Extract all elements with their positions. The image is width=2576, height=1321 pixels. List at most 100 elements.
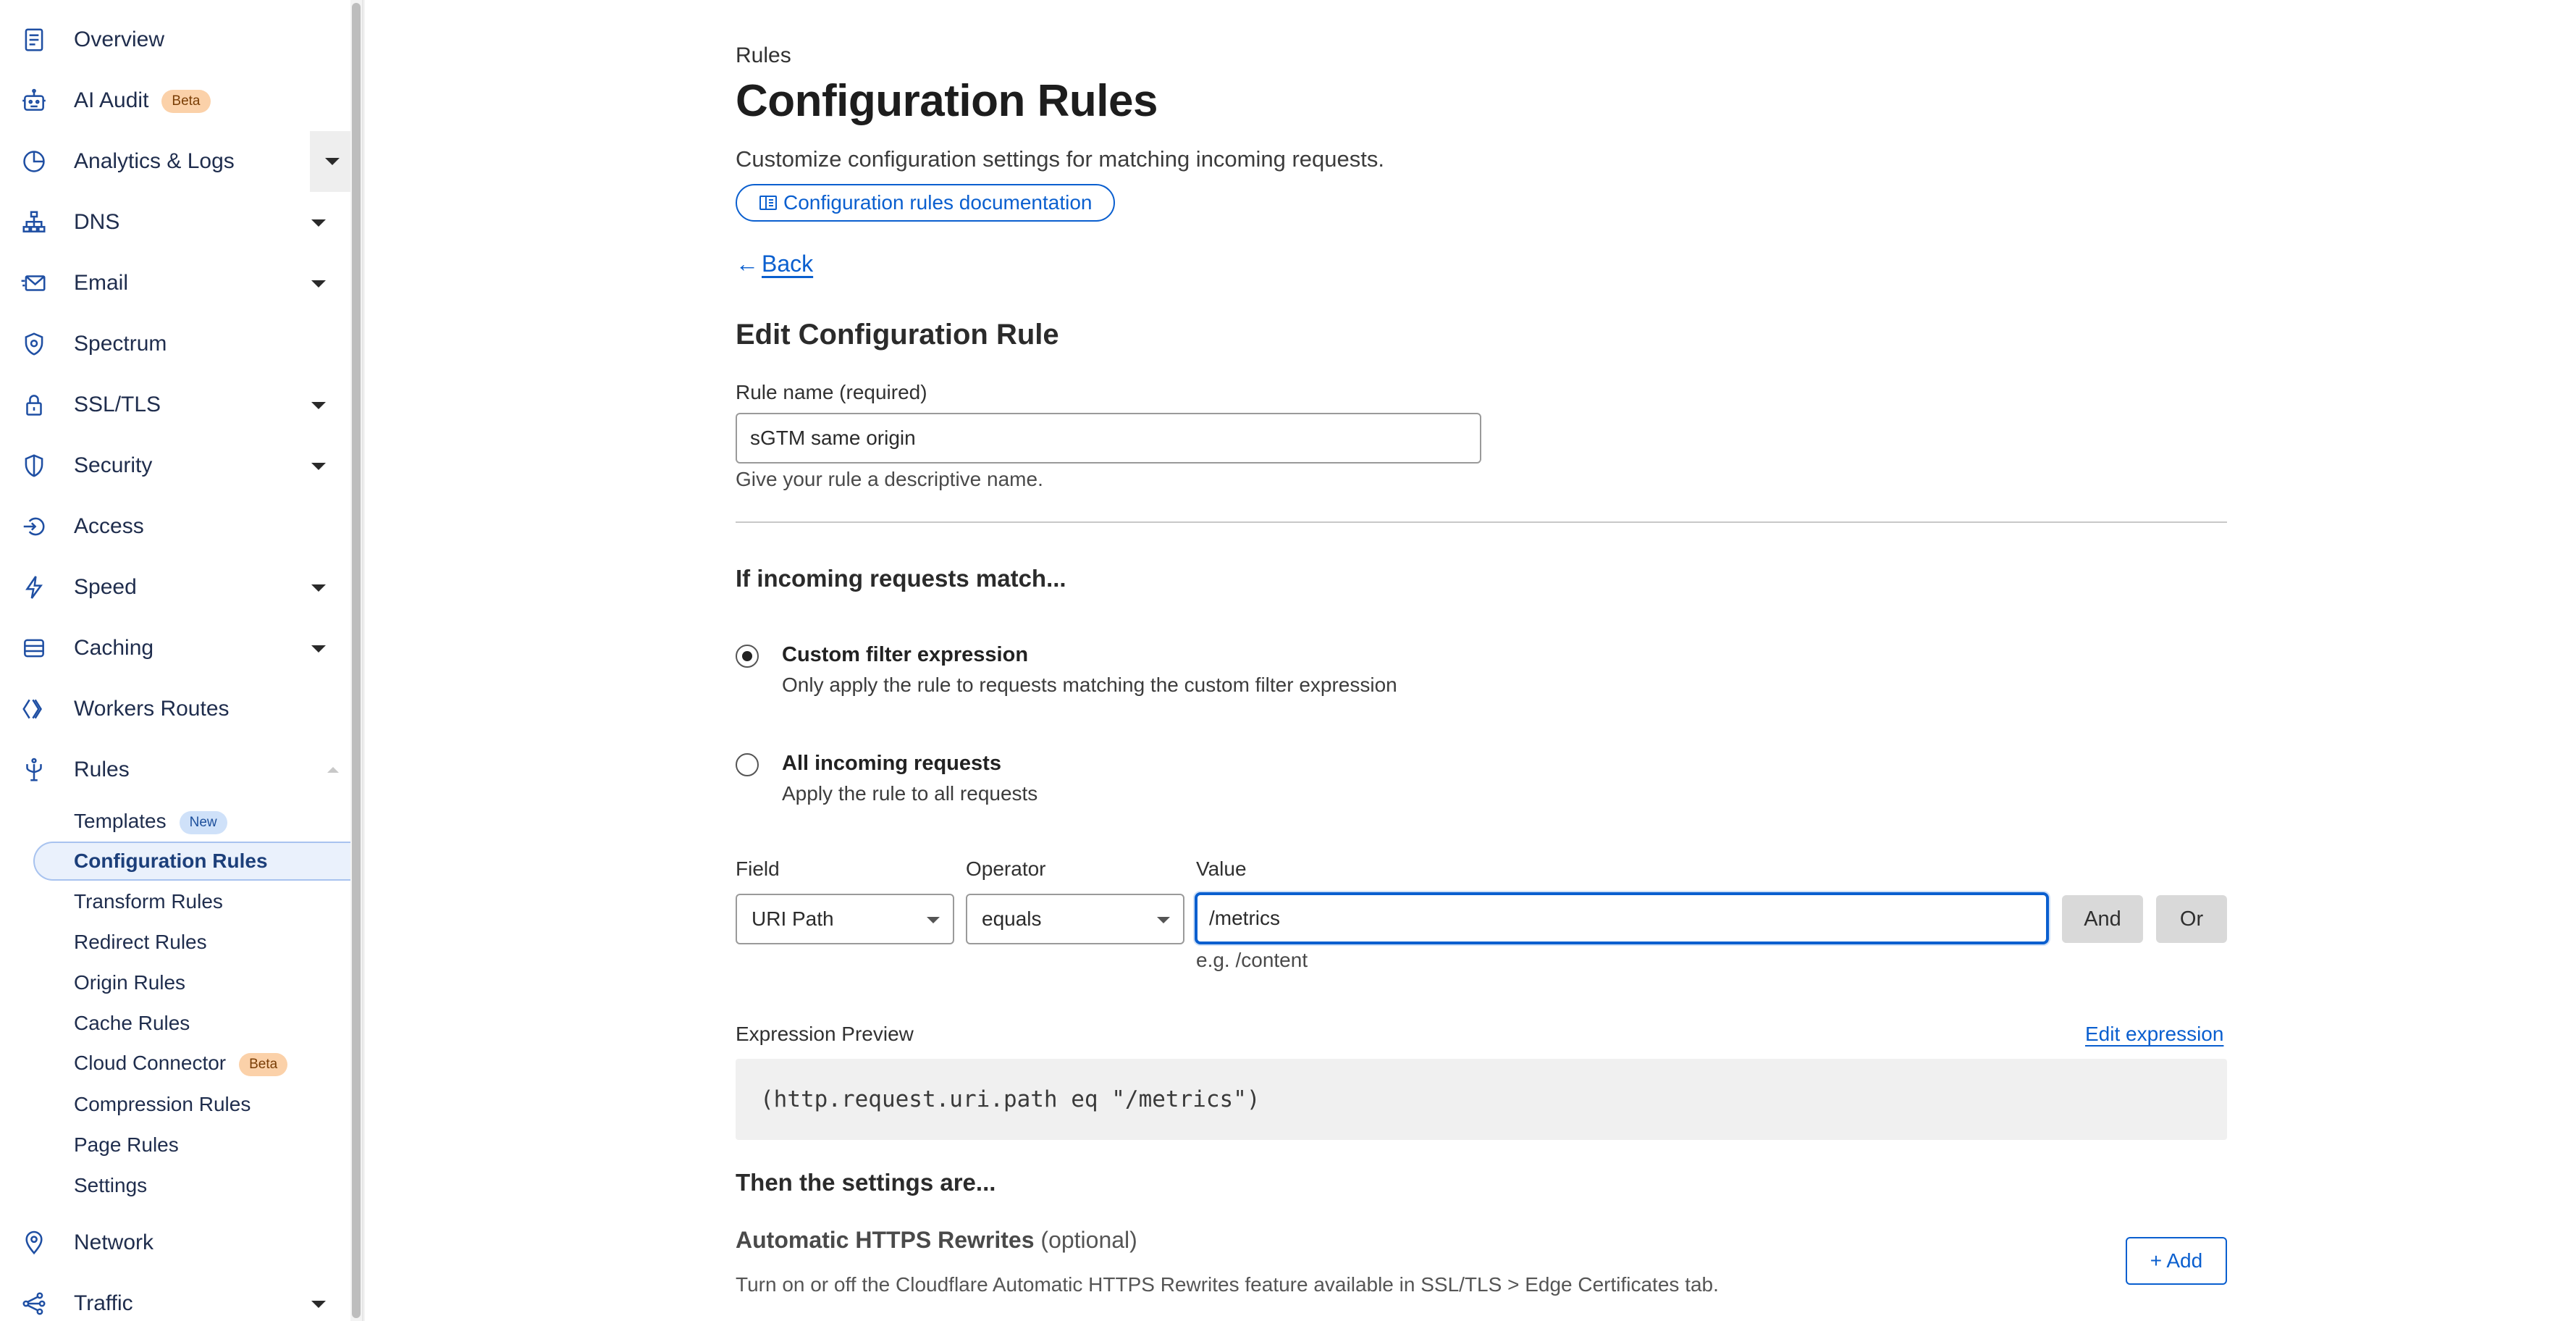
sidebar-item-label: AI Audit bbox=[74, 88, 149, 112]
sidebar-item-label: Spectrum bbox=[74, 332, 167, 356]
setting-name: Automatic HTTPS Rewrites bbox=[736, 1227, 1035, 1253]
radio-all-requests-desc: Apply the rule to all requests bbox=[782, 782, 1038, 805]
server-icon bbox=[20, 634, 48, 662]
location-pin-icon bbox=[20, 1229, 48, 1257]
sidebar-item-label: Traffic bbox=[74, 1291, 133, 1315]
sidebar-subitem-label: Settings bbox=[74, 1174, 148, 1196]
chevron-down-icon[interactable] bbox=[311, 584, 326, 592]
book-icon bbox=[759, 196, 777, 210]
sidebar-item-ssl-tls[interactable]: SSL/TLS bbox=[0, 374, 348, 435]
access-icon bbox=[20, 513, 48, 540]
edit-expression-link[interactable]: Edit expression bbox=[2085, 1023, 2223, 1046]
value-hint: e.g. /content bbox=[1196, 949, 1308, 971]
radio-all-requests[interactable] bbox=[736, 753, 759, 776]
sidebar-subitem-templates[interactable]: Templates New bbox=[33, 802, 352, 842]
operator-label: Operator bbox=[966, 857, 1046, 880]
sidebar-item-rules[interactable]: Rules bbox=[0, 739, 348, 800]
radio-custom-filter-desc: Only apply the rule to requests matching… bbox=[782, 674, 1397, 696]
chevron-down-icon[interactable] bbox=[311, 645, 326, 653]
sidebar-item-dns[interactable]: DNS bbox=[0, 192, 348, 253]
sidebar-item-traffic[interactable]: Traffic bbox=[0, 1273, 348, 1321]
sidebar-item-label: Network bbox=[74, 1230, 154, 1254]
sidebar-item-label: Overview bbox=[74, 28, 165, 51]
setting-optional: (optional) bbox=[1040, 1227, 1137, 1253]
sidebar-subitem-label: Cache Rules bbox=[74, 1012, 190, 1034]
chevron-down-icon bbox=[927, 917, 940, 923]
chevron-down-icon[interactable] bbox=[311, 1301, 326, 1308]
sidebar-item-label: SSL/TLS bbox=[74, 393, 161, 416]
sidebar-subitem-label: Origin Rules bbox=[74, 971, 186, 994]
sidebar-item-ai-audit[interactable]: AI Audit Beta bbox=[0, 70, 348, 131]
chevron-down-icon[interactable] bbox=[311, 463, 326, 470]
value-input[interactable]: /metrics bbox=[1195, 892, 2049, 944]
workers-icon bbox=[20, 695, 48, 723]
sidebar-item-label: Workers Routes bbox=[74, 697, 230, 721]
radio-custom-filter-title[interactable]: Custom filter expression bbox=[782, 643, 1028, 667]
pie-chart-icon bbox=[20, 148, 48, 175]
sidebar-item-label: Rules bbox=[74, 758, 130, 781]
documentation-link-label: Configuration rules documentation bbox=[783, 191, 1093, 214]
sidebar-item-label: Caching bbox=[74, 636, 154, 660]
sidebar-subitem-cloud-connector[interactable]: Cloud Connector Beta bbox=[33, 1044, 352, 1083]
or-button[interactable]: Or bbox=[2156, 895, 2227, 943]
sidebar-item-caching[interactable]: Caching bbox=[0, 618, 348, 679]
chevron-down-icon bbox=[325, 158, 340, 165]
sidebar-scrollbar-thumb[interactable] bbox=[352, 3, 361, 1318]
rule-name-input[interactable]: sGTM same origin bbox=[736, 413, 1481, 464]
value-label: Value bbox=[1196, 857, 1247, 880]
sidebar-subitem-redirect-rules[interactable]: Redirect Rules bbox=[33, 923, 352, 962]
operator-select[interactable]: equals bbox=[966, 894, 1184, 944]
sidebar-item-label: Access bbox=[74, 514, 144, 538]
sidebar: Overview AI Audit Beta Analytics & Logs D… bbox=[0, 0, 365, 1321]
radio-custom-filter[interactable] bbox=[736, 645, 759, 668]
shield-icon bbox=[20, 452, 48, 479]
sidebar-subitem-settings[interactable]: Settings bbox=[33, 1166, 352, 1205]
chevron-down-icon[interactable] bbox=[311, 280, 326, 288]
sidebar-item-label: Security bbox=[74, 453, 153, 477]
add-setting-button[interactable]: + Add bbox=[2126, 1237, 2227, 1285]
network-tree-icon bbox=[20, 209, 48, 236]
sidebar-subitem-origin-rules[interactable]: Origin Rules bbox=[33, 963, 352, 1002]
sidebar-subitem-label: Redirect Rules bbox=[74, 931, 207, 953]
chevron-down-icon bbox=[1157, 917, 1170, 923]
chevron-up-icon[interactable] bbox=[327, 767, 339, 773]
field-select-value: URI Path bbox=[752, 907, 834, 930]
chevron-down-icon[interactable] bbox=[311, 219, 326, 227]
page-description: Customize configuration settings for mat… bbox=[736, 146, 1384, 172]
email-icon bbox=[20, 269, 48, 297]
expand-toggle[interactable] bbox=[310, 131, 353, 192]
sidebar-item-analytics-logs[interactable]: Analytics & Logs bbox=[0, 131, 353, 192]
rule-name-label: Rule name (required) bbox=[736, 381, 927, 403]
sidebar-subitem-transform-rules[interactable]: Transform Rules bbox=[33, 882, 352, 921]
sidebar-item-speed[interactable]: Speed bbox=[0, 557, 348, 618]
sidebar-subitem-compression-rules[interactable]: Compression Rules bbox=[33, 1085, 352, 1124]
sidebar-item-network[interactable]: Network bbox=[0, 1212, 348, 1273]
sidebar-subitem-cache-rules[interactable]: Cache Rules bbox=[33, 1004, 352, 1043]
sidebar-subitem-label: Configuration Rules bbox=[74, 850, 268, 872]
sidebar-item-access[interactable]: Access bbox=[0, 496, 348, 557]
back-label: Back bbox=[762, 251, 814, 277]
section-title: Edit Configuration Rule bbox=[736, 319, 1059, 351]
back-link[interactable]: ← Back bbox=[736, 251, 813, 277]
field-label: Field bbox=[736, 857, 780, 880]
sidebar-item-label: Email bbox=[74, 271, 129, 295]
sidebar-item-workers-routes[interactable]: Workers Routes bbox=[0, 679, 348, 739]
field-select[interactable]: URI Path bbox=[736, 894, 954, 944]
radio-all-requests-title[interactable]: All incoming requests bbox=[782, 752, 1001, 776]
sidebar-subitem-page-rules[interactable]: Page Rules bbox=[33, 1125, 352, 1165]
sidebar-item-spectrum[interactable]: Spectrum bbox=[0, 314, 348, 374]
sidebar-item-email[interactable]: Email bbox=[0, 253, 348, 314]
sidebar-item-security[interactable]: Security bbox=[0, 435, 348, 496]
operator-select-value: equals bbox=[982, 907, 1042, 930]
documentation-link[interactable]: Configuration rules documentation bbox=[736, 184, 1116, 222]
document-icon bbox=[20, 26, 48, 54]
setting-title: Automatic HTTPS Rewrites (optional) bbox=[736, 1227, 1137, 1254]
bolt-icon bbox=[20, 574, 48, 601]
robot-icon bbox=[20, 87, 48, 114]
sidebar-item-overview[interactable]: Overview bbox=[0, 9, 348, 70]
and-button[interactable]: And bbox=[2062, 895, 2143, 943]
breadcrumb[interactable]: Rules bbox=[736, 43, 791, 68]
sidebar-subitem-configuration-rules[interactable]: Configuration Rules bbox=[33, 842, 352, 881]
rule-name-help: Give your rule a descriptive name. bbox=[736, 468, 1043, 490]
chevron-down-icon[interactable] bbox=[311, 402, 326, 409]
